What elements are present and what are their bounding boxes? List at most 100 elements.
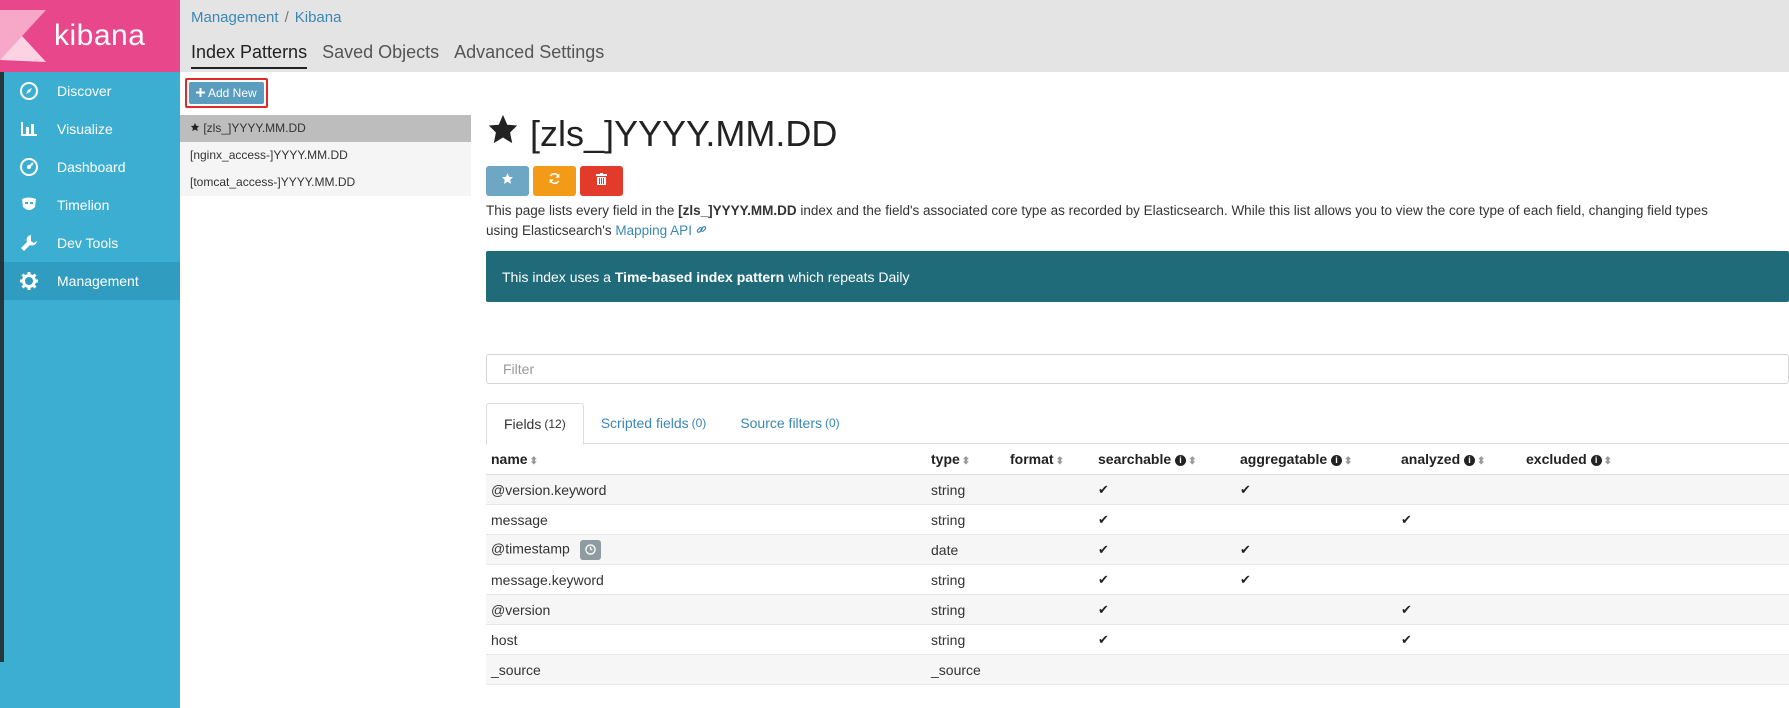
sort-icon: ⬍	[1603, 456, 1612, 467]
management-tabs: Index Patterns Saved Objects Advanced Se…	[191, 42, 604, 69]
tab-fields[interactable]: Fields (12)	[486, 403, 584, 445]
field-excluded-cell	[1521, 624, 1789, 655]
table-row: host string ✔ ✔	[486, 624, 1789, 655]
delete-index-pattern-button[interactable]	[580, 166, 623, 196]
sidebar-item-label: Dashboard	[57, 159, 126, 175]
info-icon[interactable]: i	[1464, 454, 1476, 466]
table-header-row: name ⬍ type ⬍ format ⬍ searchable i ⬍ aggreg…	[486, 444, 1789, 475]
field-format-cell	[1005, 534, 1093, 565]
index-actions	[486, 166, 623, 196]
tab-advanced-settings[interactable]: Advanced Settings	[454, 42, 604, 69]
field-format-cell	[1005, 564, 1093, 595]
trash-icon	[596, 172, 607, 190]
column-header-type[interactable]: type ⬍	[926, 444, 1005, 475]
filter-input[interactable]: Filter	[486, 354, 1789, 384]
breadcrumb-kibana[interactable]: Kibana	[295, 9, 342, 26]
column-label: format	[1010, 451, 1054, 467]
kibana-logo-text: kibana	[54, 19, 146, 52]
table-row: message string ✔ ✔	[486, 504, 1789, 535]
column-label: excluded	[1526, 451, 1587, 467]
field-analyzed-cell	[1396, 564, 1521, 595]
column-label: type	[931, 451, 960, 467]
refresh-icon	[548, 172, 561, 190]
tab-source-filters[interactable]: Source filters (0)	[723, 403, 856, 443]
index-pattern-list: [zls_]YYYY.MM.DD [nginx_access-]YYYY.MM.…	[180, 115, 471, 196]
tab-count: (12)	[544, 417, 566, 431]
index-description: This page lists every field in the [zls_…	[486, 201, 1789, 241]
index-pattern-item-tomcat[interactable]: [tomcat_access-]YYYY.MM.DD	[180, 169, 471, 196]
table-row: @timestamp date ✔ ✔	[486, 534, 1789, 565]
column-header-analyzed[interactable]: analyzed i ⬍	[1396, 444, 1521, 475]
sidebar-item-discover[interactable]: Discover	[0, 72, 180, 110]
tab-count: (0)	[691, 416, 707, 430]
sidebar-item-dev-tools[interactable]: Dev Tools	[0, 224, 180, 262]
field-excluded-cell	[1521, 504, 1789, 535]
table-row: @version.keyword string ✔ ✔	[486, 474, 1789, 505]
link-icon	[696, 223, 707, 238]
field-type-cell: _source	[926, 654, 1005, 685]
sidebar-item-dashboard[interactable]: Dashboard	[0, 148, 180, 186]
fields-table: name ⬍ type ⬍ format ⬍ searchable i ⬍ aggreg…	[486, 444, 1789, 685]
field-name: @timestamp	[491, 540, 570, 557]
sidebar-item-label: Visualize	[57, 121, 113, 137]
field-tabs: Fields (12) Scripted fields (0) Source f…	[486, 403, 1789, 445]
field-name: @version	[491, 601, 551, 618]
field-analyzed-cell	[1396, 654, 1521, 685]
dashboard-gauge-icon	[0, 158, 57, 176]
field-name-cell: _source	[486, 654, 926, 685]
default-star-icon	[190, 121, 203, 135]
desc-text: This page lists every field in the	[486, 203, 679, 218]
bar-chart-icon	[0, 120, 57, 138]
notice-text: which repeats Daily	[788, 268, 910, 285]
mapping-api-link[interactable]: Mapping API	[615, 223, 706, 238]
fields-table-body: @version.keyword string ✔ ✔ message string ✔ ✔ @…	[486, 474, 1789, 685]
refresh-fields-button[interactable]	[533, 166, 576, 196]
time-based-notice: This index uses a Time-based index patte…	[486, 251, 1789, 302]
sidebar-item-timelion[interactable]: Timelion	[0, 186, 180, 224]
column-header-name[interactable]: name ⬍	[486, 444, 926, 475]
field-format-cell	[1005, 504, 1093, 535]
field-format-cell	[1005, 594, 1093, 625]
field-type-cell: string	[926, 504, 1005, 535]
field-type: _source	[931, 661, 981, 678]
add-new-button[interactable]: Add New	[189, 82, 264, 104]
breadcrumb-management[interactable]: Management	[191, 9, 279, 26]
set-default-button[interactable]	[486, 166, 529, 196]
sidebar-item-label: Management	[57, 273, 139, 289]
field-name-cell: host	[486, 624, 926, 655]
field-name-cell: @timestamp	[486, 534, 926, 565]
timelion-mask-icon	[0, 196, 57, 214]
sort-icon: ⬍	[1055, 456, 1064, 467]
check-icon: ✔	[1240, 572, 1251, 587]
info-icon[interactable]: i	[1175, 454, 1187, 466]
column-header-format[interactable]: format ⬍	[1005, 444, 1093, 475]
sidebar: kibana Discover Visualize Dashboard Time…	[0, 0, 180, 708]
index-pattern-item-nginx[interactable]: [nginx_access-]YYYY.MM.DD	[180, 142, 471, 169]
field-searchable-cell: ✔	[1093, 474, 1235, 505]
tab-label: Scripted fields	[600, 415, 689, 431]
field-type: date	[931, 541, 959, 558]
column-header-excluded[interactable]: excluded i ⬍	[1521, 444, 1789, 475]
window-edge-shadow	[0, 72, 4, 662]
tab-saved-objects[interactable]: Saved Objects	[322, 42, 439, 69]
field-searchable-cell: ✔	[1093, 534, 1235, 565]
check-icon: ✔	[1401, 512, 1412, 527]
field-name-cell: @version	[486, 594, 926, 625]
field-type: string	[931, 601, 966, 618]
sidebar-item-visualize[interactable]: Visualize	[0, 110, 180, 148]
tab-scripted-fields[interactable]: Scripted fields (0)	[584, 403, 724, 443]
index-pattern-item-zls[interactable]: [zls_]YYYY.MM.DD	[180, 115, 471, 142]
sort-icon: ⬍	[1477, 456, 1486, 467]
info-icon[interactable]: i	[1590, 454, 1602, 466]
check-icon: ✔	[1401, 602, 1412, 617]
sidebar-item-management[interactable]: Management	[0, 262, 180, 300]
column-header-searchable[interactable]: searchable i ⬍	[1093, 444, 1235, 475]
info-icon[interactable]: i	[1331, 454, 1343, 466]
tab-index-patterns[interactable]: Index Patterns	[191, 42, 308, 69]
column-header-aggregatable[interactable]: aggregatable i ⬍	[1235, 444, 1396, 475]
kibana-logo[interactable]: kibana	[0, 0, 180, 72]
add-new-label: Add New	[208, 86, 257, 100]
page-title-text: [zls_]YYYY.MM.DD	[530, 112, 838, 154]
check-icon: ✔	[1098, 512, 1109, 527]
sort-icon: ⬍	[1188, 456, 1197, 467]
